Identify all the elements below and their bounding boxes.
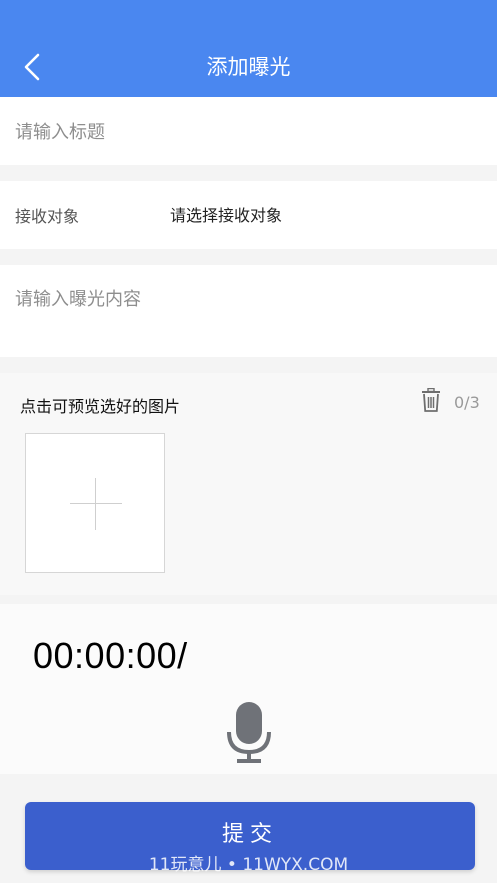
- add-photo-button[interactable]: [25, 433, 165, 573]
- page-title: 添加曝光: [206, 55, 291, 79]
- submit-label: 提交: [221, 821, 278, 846]
- watermark-text: 11玩意儿 • 11WYX.COM: [148, 855, 349, 875]
- receiver-section: 接收对象 请选择接收对象: [0, 181, 497, 249]
- receiver-select[interactable]: 请选择接收对象: [170, 202, 282, 226]
- receiver-label: 接收对象: [15, 207, 80, 226]
- delete-photo-button[interactable]: [419, 387, 443, 413]
- trash-icon: [422, 388, 440, 412]
- app-header: 添加曝光: [0, 0, 497, 97]
- content-input[interactable]: [15, 285, 475, 345]
- content-section: [0, 265, 497, 357]
- microphone-icon: [227, 702, 271, 763]
- recording-timer: 00:00:00/: [33, 635, 188, 676]
- record-button[interactable]: [224, 700, 274, 766]
- title-section: [0, 97, 497, 165]
- photo-count: 0/3: [454, 393, 480, 412]
- photo-hint-label: 点击可预览选好的图片: [20, 397, 181, 416]
- title-input[interactable]: [15, 117, 475, 147]
